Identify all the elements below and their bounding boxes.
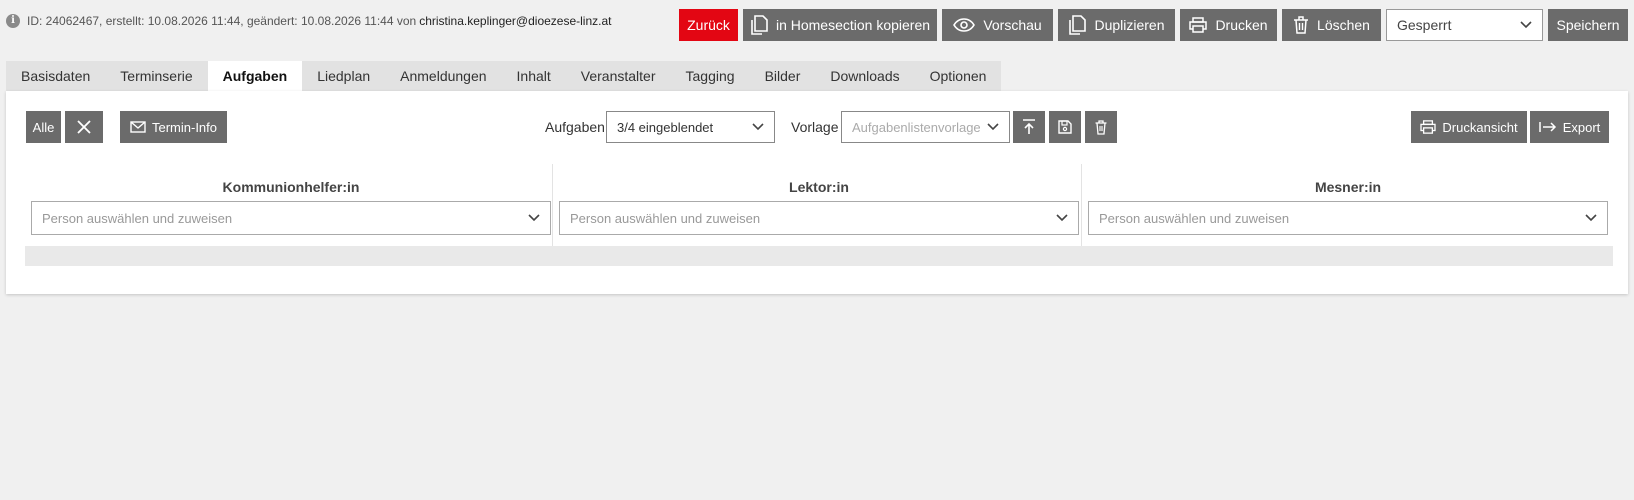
tab-basisdaten[interactable]: Basisdaten bbox=[6, 61, 105, 91]
person-select-kommunionhelfer[interactable]: Person auswählen und zuweisen bbox=[31, 201, 551, 235]
chevron-down-icon bbox=[1520, 21, 1532, 29]
export-icon bbox=[1538, 122, 1556, 132]
duplicate-icon bbox=[1069, 15, 1087, 35]
tab-optionen[interactable]: Optionen bbox=[915, 61, 1002, 91]
copy-homesection-button[interactable]: in Homesection kopieren bbox=[743, 9, 937, 41]
clear-button[interactable] bbox=[65, 111, 103, 143]
delete-template-button[interactable] bbox=[1085, 111, 1117, 143]
tab-terminserie[interactable]: Terminserie bbox=[105, 61, 207, 91]
tasks-visibility-select[interactable]: 3/4 eingeblendet bbox=[606, 111, 775, 143]
chevron-down-icon bbox=[752, 123, 764, 131]
printer-icon bbox=[1420, 120, 1437, 134]
template-placeholder: Aufgabenlistenvorlage bbox=[852, 119, 980, 135]
tasks-visibility-value: 3/4 eingeblendet bbox=[617, 119, 714, 135]
delete-label: Löschen bbox=[1317, 17, 1370, 33]
tasks-label: Aufgaben bbox=[545, 119, 605, 135]
status-select-value: Gesperrt bbox=[1397, 17, 1452, 33]
tab-bilder[interactable]: Bilder bbox=[750, 61, 816, 91]
person-select-placeholder: Person auswählen und zuweisen bbox=[1099, 210, 1290, 226]
tab-aufgaben[interactable]: Aufgaben bbox=[207, 61, 303, 91]
save-label: Speichern bbox=[1556, 17, 1620, 33]
chevron-down-icon bbox=[1056, 214, 1068, 222]
record-meta: i ID: 24062467, erstellt: 10.08.2026 11:… bbox=[6, 14, 611, 28]
tab-liedplan[interactable]: Liedplan bbox=[302, 61, 385, 91]
tab-inhalt[interactable]: Inhalt bbox=[502, 61, 566, 91]
back-button-label: Zurück bbox=[687, 17, 730, 33]
duplicate-label: Duplizieren bbox=[1094, 17, 1165, 33]
tasks-panel: Alle Termin-Info Aufgaben 3/4 eingeblend… bbox=[6, 91, 1628, 294]
person-select-lektor[interactable]: Person auswählen und zuweisen bbox=[559, 201, 1079, 235]
column-divider bbox=[1081, 164, 1082, 246]
tab-veranstalter[interactable]: Veranstalter bbox=[566, 61, 671, 91]
preview-label: Vorschau bbox=[983, 17, 1042, 33]
meta-email: christina.keplinger@dioezese-linz.at bbox=[419, 14, 612, 28]
tab-bar: Basisdaten Terminserie Aufgaben Liedplan… bbox=[6, 61, 1002, 91]
table-footer bbox=[25, 246, 1613, 266]
termin-info-button[interactable]: Termin-Info bbox=[120, 111, 227, 143]
copy-icon bbox=[751, 15, 768, 35]
export-label: Export bbox=[1562, 119, 1601, 135]
copy-homesection-label: in Homesection kopieren bbox=[775, 17, 931, 33]
upload-icon bbox=[1023, 119, 1035, 134]
save-template-button[interactable] bbox=[1049, 111, 1081, 143]
select-all-button[interactable]: Alle bbox=[26, 111, 61, 143]
floppy-icon bbox=[1058, 120, 1072, 134]
mail-icon bbox=[130, 121, 146, 133]
print-button[interactable]: Drucken bbox=[1180, 9, 1277, 41]
back-button[interactable]: Zurück bbox=[679, 9, 738, 41]
column-title-lektor: Lektor:in bbox=[789, 179, 849, 195]
eye-icon bbox=[953, 18, 976, 32]
tab-downloads[interactable]: Downloads bbox=[815, 61, 914, 91]
template-label: Vorlage bbox=[791, 119, 839, 135]
print-view-label: Druckansicht bbox=[1442, 119, 1518, 135]
status-select[interactable]: Gesperrt bbox=[1386, 9, 1543, 41]
chevron-down-icon bbox=[528, 214, 540, 222]
person-select-mesner[interactable]: Person auswählen und zuweisen bbox=[1088, 201, 1608, 235]
header-bar: i ID: 24062467, erstellt: 10.08.2026 11:… bbox=[0, 0, 1634, 48]
person-select-placeholder: Person auswählen und zuweisen bbox=[570, 210, 761, 226]
duplicate-button[interactable]: Duplizieren bbox=[1058, 9, 1175, 41]
trash-icon bbox=[1294, 16, 1309, 34]
delete-button[interactable]: Löschen bbox=[1282, 9, 1381, 41]
column-title-mesner: Mesner:in bbox=[1314, 179, 1382, 195]
meta-text: ID: 24062467, erstellt: 10.08.2026 11:44… bbox=[27, 14, 417, 28]
trash-icon bbox=[1095, 119, 1107, 135]
upload-template-button[interactable] bbox=[1013, 111, 1045, 143]
preview-button[interactable]: Vorschau bbox=[942, 9, 1053, 41]
printer-icon bbox=[1189, 17, 1208, 33]
column-title-kommunionhelfer: Kommunionhelfer:in bbox=[222, 179, 360, 195]
info-icon: i bbox=[6, 14, 20, 28]
column-divider bbox=[552, 164, 553, 246]
print-view-button[interactable]: Druckansicht bbox=[1411, 111, 1527, 143]
select-all-label: Alle bbox=[32, 119, 55, 135]
print-label: Drucken bbox=[1215, 17, 1268, 33]
tab-anmeldungen[interactable]: Anmeldungen bbox=[385, 61, 501, 91]
tab-tagging[interactable]: Tagging bbox=[671, 61, 750, 91]
close-icon bbox=[77, 120, 91, 134]
person-select-placeholder: Person auswählen und zuweisen bbox=[42, 210, 233, 226]
save-button[interactable]: Speichern bbox=[1548, 9, 1628, 41]
export-button[interactable]: Export bbox=[1530, 111, 1609, 143]
template-select[interactable]: Aufgabenlistenvorlage bbox=[841, 111, 1010, 143]
chevron-down-icon bbox=[1585, 214, 1597, 222]
chevron-down-icon bbox=[987, 123, 999, 131]
termin-info-label: Termin-Info bbox=[151, 119, 218, 135]
